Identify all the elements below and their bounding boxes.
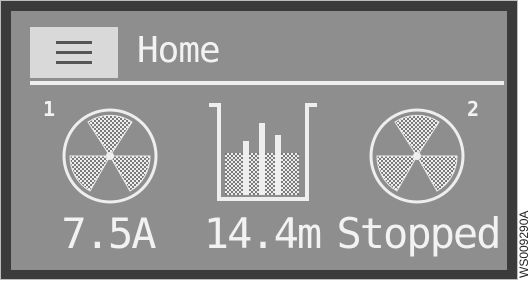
page-title: Home <box>137 30 221 71</box>
menu-button[interactable] <box>30 27 118 78</box>
fan-icon[interactable] <box>365 104 469 208</box>
tank-level-value: 14.4m <box>203 209 322 258</box>
display-frame: Home 1 7.5A 14.4m 2 Stopped <box>0 0 518 280</box>
figure-code-text: WS009290A <box>517 210 531 278</box>
fan-1-current-value: 7.5A <box>61 209 156 258</box>
header-divider <box>30 81 504 85</box>
figure-code: WS009290A <box>517 178 531 278</box>
fan-1-index: 1 <box>43 97 56 121</box>
display-screen: Home 1 7.5A 14.4m 2 Stopped <box>11 11 507 270</box>
tank-level-icon[interactable] <box>207 99 319 211</box>
fan-icon[interactable] <box>58 104 162 208</box>
fan-2-status-value: Stopped <box>336 209 501 258</box>
hamburger-menu-icon <box>56 40 92 64</box>
